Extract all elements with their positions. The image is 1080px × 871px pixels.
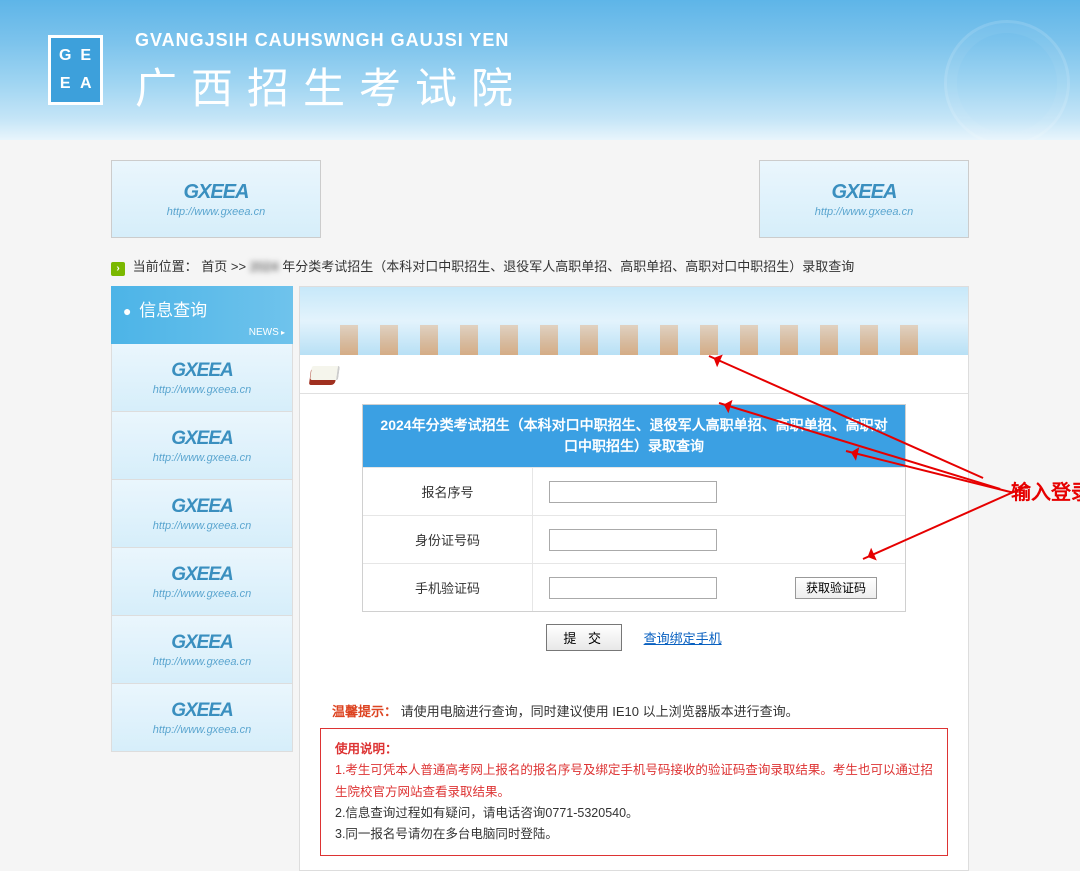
instructions-box: 使用说明： 1.考生可凭本人普通高考网上报名的报名序号及绑定手机号码接收的验证码… bbox=[320, 728, 948, 856]
form-row-regno: 报名序号 bbox=[363, 467, 905, 515]
sidebar-title-block: ● 信息查询 NEWS bbox=[111, 286, 293, 344]
dot-icon: ● bbox=[123, 303, 131, 319]
breadcrumb-home[interactable]: 首页 bbox=[201, 259, 227, 274]
ad-banner-row: GXEEA http://www.gxeea.cn GXEEA http://w… bbox=[111, 160, 969, 238]
sidebar-item-ad-3[interactable]: GXEEA http://www.gxeea.cn bbox=[111, 480, 293, 548]
book-icon bbox=[306, 361, 336, 385]
ad-banner-left[interactable]: GXEEA http://www.gxeea.cn bbox=[111, 160, 321, 238]
input-idno[interactable] bbox=[549, 529, 717, 551]
instruction-line-1: 1.考生可凭本人普通高考网上报名的报名序号及绑定手机号码接收的验证码查询录取结果… bbox=[335, 760, 933, 803]
submit-row: 提 交 查询绑定手机 bbox=[300, 612, 968, 661]
header-banner: GE EA GVANGJSIH CAUHSWNGH GAUJSI YEN 广西招… bbox=[0, 0, 1080, 140]
sidebar-item-ad-1[interactable]: GXEEA http://www.gxeea.cn bbox=[111, 344, 293, 412]
breadcrumb-current: 年分类考试招生（本科对口中职招生、退役军人高职单招、高职单招、高职对口中职招生）… bbox=[282, 259, 854, 274]
sidebar-item-ad-2[interactable]: GXEEA http://www.gxeea.cn bbox=[111, 412, 293, 480]
breadcrumb: › 当前位置： 首页 >> 2024 年分类考试招生（本科对口中职招生、退役军人… bbox=[111, 252, 969, 280]
gxeea-url-text: http://www.gxeea.cn bbox=[815, 206, 913, 218]
ad-banner-right[interactable]: GXEEA http://www.gxeea.cn bbox=[759, 160, 969, 238]
submit-button[interactable]: 提 交 bbox=[546, 624, 622, 651]
breadcrumb-sep: >> bbox=[231, 259, 246, 274]
instruction-line-3: 3.同一报名号请勿在多台电脑同时登陆。 bbox=[335, 824, 933, 845]
tip-text: 请使用电脑进行查询，同时建议使用 IE10 以上浏览器版本进行查询。 bbox=[401, 704, 799, 719]
input-code[interactable] bbox=[549, 577, 717, 599]
page-container: GXEEA http://www.gxeea.cn GXEEA http://w… bbox=[111, 160, 969, 871]
gxeea-logo-text: GXEEA bbox=[831, 181, 896, 204]
breadcrumb-icon: › bbox=[111, 262, 125, 276]
main-area: ● 信息查询 NEWS GXEEA http://www.gxeea.cn GX… bbox=[111, 286, 969, 871]
gxeea-logo-text: GXEEA bbox=[183, 181, 248, 204]
label-regno: 报名序号 bbox=[363, 468, 533, 515]
form-row-code: 手机验证码 获取验证码 bbox=[363, 563, 905, 611]
sidebar-item-ad-4[interactable]: GXEEA http://www.gxeea.cn bbox=[111, 548, 293, 616]
divider bbox=[300, 393, 968, 394]
instruction-line-2: 2.信息查询过程如有疑问，请电话咨询0771-5320540。 bbox=[335, 803, 933, 824]
header-title: 广西招生考试院 bbox=[135, 55, 527, 116]
annotation-label: 输入登录 bbox=[1011, 476, 1080, 505]
header-subtitle: GVANGJSIH CAUHSWNGH GAUJSI YEN bbox=[135, 30, 509, 51]
sidebar-item-ad-6[interactable]: GXEEA http://www.gxeea.cn bbox=[111, 684, 293, 752]
input-regno[interactable] bbox=[549, 481, 717, 503]
breadcrumb-prefix: 当前位置： bbox=[133, 259, 198, 274]
content-decor-header bbox=[300, 287, 968, 355]
form-row-idno: 身份证号码 bbox=[363, 515, 905, 563]
label-idno: 身份证号码 bbox=[363, 516, 533, 563]
logo-geea: GE EA bbox=[48, 35, 103, 105]
main-content: 2024年分类考试招生（本科对口中职招生、退役军人高职单招、高职单招、高职对口中… bbox=[299, 286, 969, 871]
tip-label: 温馨提示： bbox=[332, 704, 397, 719]
sidebar-news-label[interactable]: NEWS bbox=[249, 327, 285, 338]
label-code: 手机验证码 bbox=[363, 564, 533, 611]
main-panel: 2024年分类考试招生（本科对口中职招生、退役军人高职单招、高职单招、高职对口中… bbox=[300, 393, 968, 856]
warm-tip: 温馨提示： 请使用电脑进行查询，同时建议使用 IE10 以上浏览器版本进行查询。 bbox=[332, 701, 936, 720]
sidebar-item-ad-5[interactable]: GXEEA http://www.gxeea.cn bbox=[111, 616, 293, 684]
link-bind-phone[interactable]: 查询绑定手机 bbox=[644, 631, 722, 646]
breadcrumb-year-blurred: 2024 bbox=[250, 259, 279, 274]
instructions-title: 使用说明： bbox=[335, 739, 933, 760]
sidebar: ● 信息查询 NEWS GXEEA http://www.gxeea.cn GX… bbox=[111, 286, 293, 871]
sidebar-title: 信息查询 bbox=[139, 301, 207, 320]
gxeea-url-text: http://www.gxeea.cn bbox=[167, 206, 265, 218]
get-code-button[interactable]: 获取验证码 bbox=[795, 577, 877, 599]
